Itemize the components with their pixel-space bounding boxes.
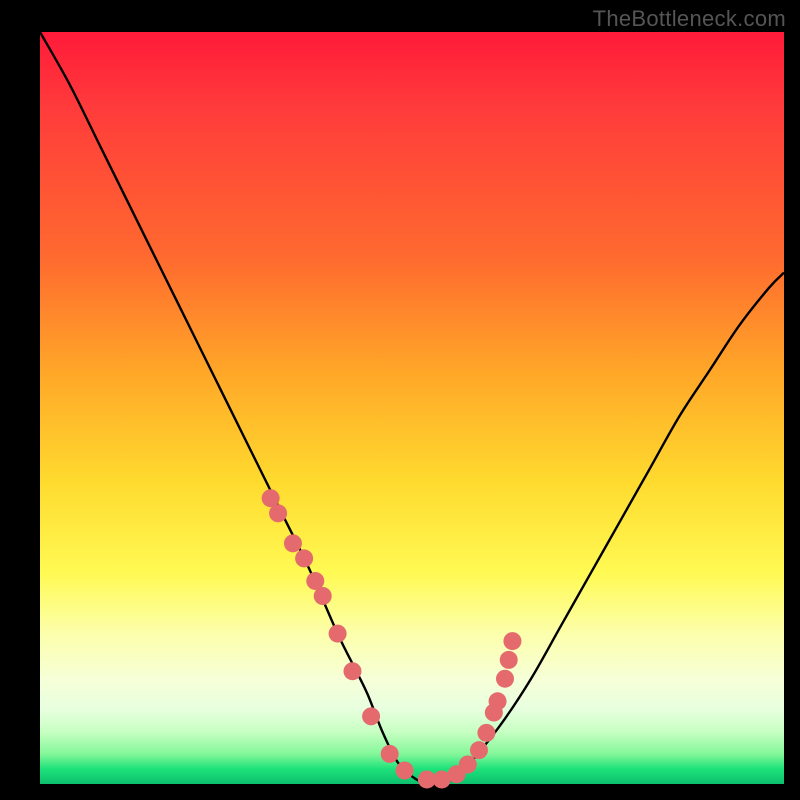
marker-point <box>396 761 414 779</box>
marker-point <box>343 662 361 680</box>
marker-point <box>500 651 518 669</box>
marker-point <box>477 724 495 742</box>
marker-point <box>489 692 507 710</box>
marker-point <box>284 534 302 552</box>
marker-point <box>295 549 313 567</box>
marker-point <box>329 625 347 643</box>
marker-point <box>362 707 380 725</box>
marker-point <box>459 755 477 773</box>
marker-point <box>381 745 399 763</box>
chart-frame: TheBottleneck.com <box>0 0 800 800</box>
attribution-text: TheBottleneck.com <box>593 6 786 32</box>
marker-point <box>503 632 521 650</box>
sample-markers <box>262 489 522 788</box>
curve-layer <box>40 32 784 784</box>
marker-point <box>496 670 514 688</box>
bottleneck-curve <box>40 32 784 785</box>
marker-point <box>269 504 287 522</box>
plot-area <box>40 32 784 784</box>
marker-point <box>314 587 332 605</box>
marker-point <box>470 741 488 759</box>
